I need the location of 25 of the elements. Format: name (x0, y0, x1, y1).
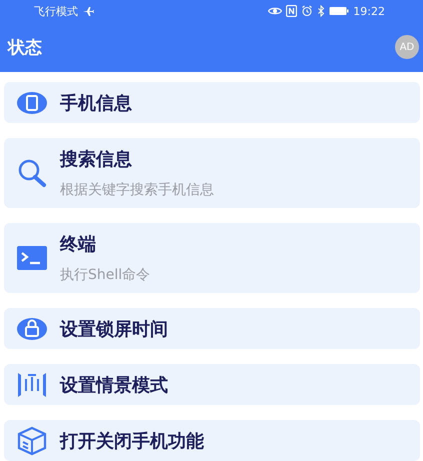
menu-subtitle: 根据关键字搜索手机信息 (60, 181, 214, 199)
airplane-mode-label: 飞行模式 (34, 4, 78, 18)
menu-card[interactable]: 设置情景模式 (4, 364, 420, 405)
eye-icon (268, 6, 282, 16)
menu-title: 设置情景模式 (60, 374, 168, 396)
search-icon (16, 157, 48, 189)
menu-title: 设置锁屏时间 (60, 318, 168, 340)
menu-card[interactable]: 手机信息 (4, 82, 420, 123)
nfc-icon (286, 5, 298, 17)
bluetooth-icon (317, 5, 326, 17)
menu-title: 终端 (60, 233, 97, 256)
menu-card[interactable]: 设置锁屏时间 (4, 308, 420, 349)
menu-card[interactable]: 终端 执行Shell命令 (4, 223, 420, 293)
page-title: 状态 (8, 36, 43, 58)
menu-title: 搜索信息 (60, 148, 133, 171)
clock-time: 19:22 (353, 4, 385, 18)
battery-icon (329, 6, 350, 16)
menu-subtitle: 执行Shell命令 (60, 266, 150, 284)
alarm-icon (301, 5, 314, 17)
menu-title: 打开关闭手机功能 (60, 430, 204, 452)
menu-title: 手机信息 (60, 92, 132, 114)
cube-icon (16, 424, 48, 456)
menu-card[interactable]: 搜索信息 根据关键字搜索手机信息 (4, 138, 420, 208)
airplane-icon (82, 5, 94, 17)
menu-card[interactable]: 打开关闭手机功能 (4, 420, 420, 461)
